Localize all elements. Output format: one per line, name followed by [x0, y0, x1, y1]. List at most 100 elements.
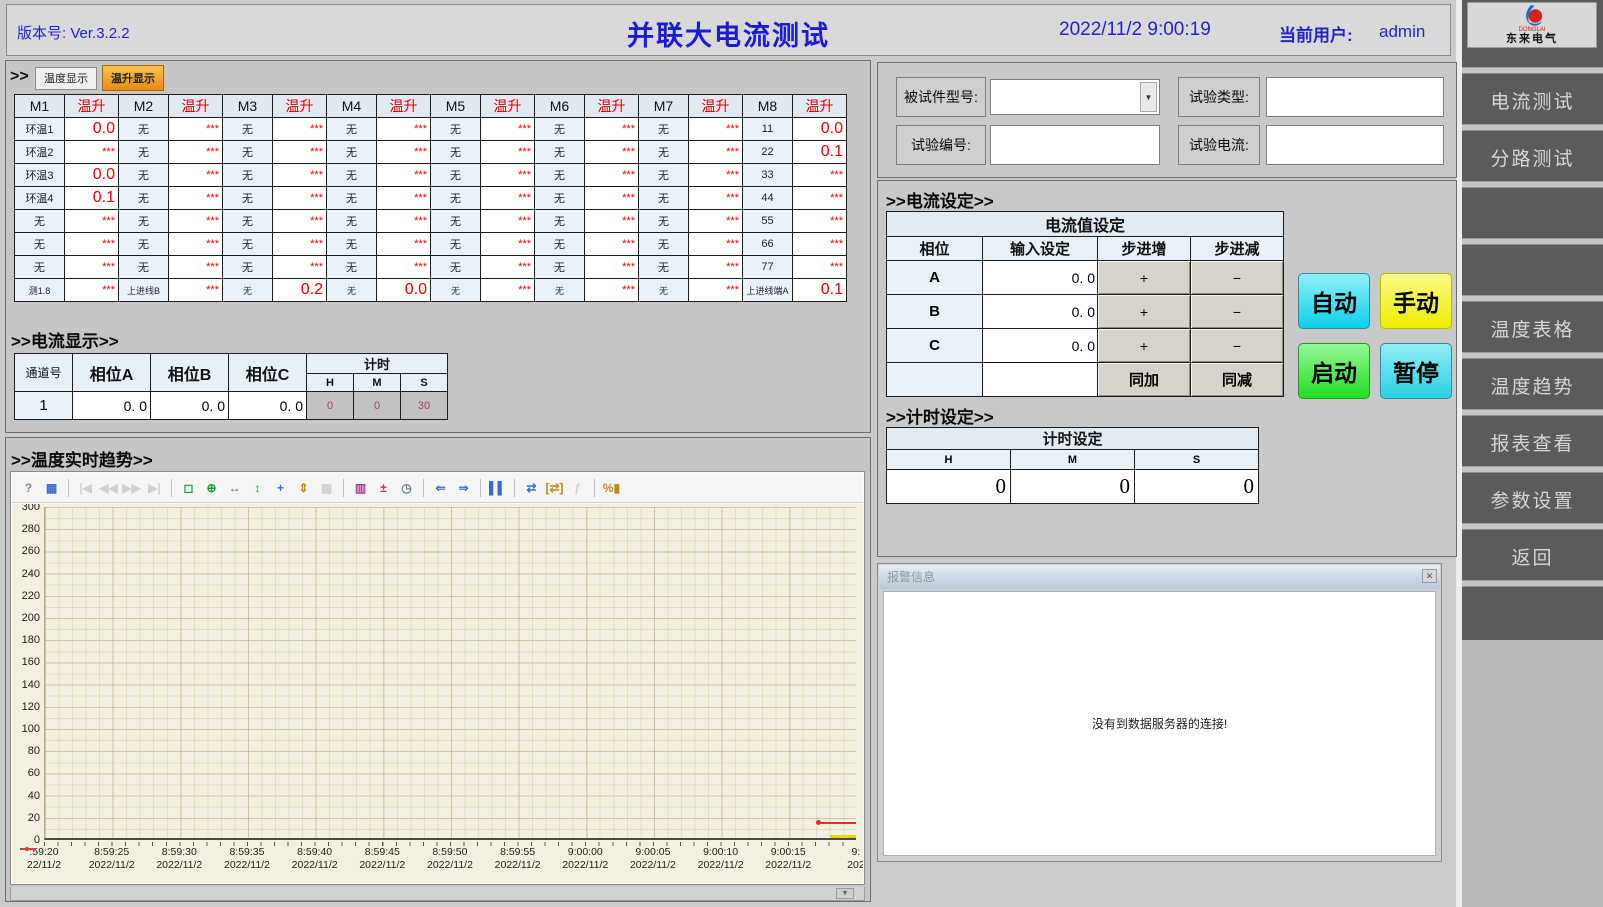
sidebar-item-back[interactable]: 返回	[1462, 531, 1603, 581]
sidebar-item-current-test[interactable]: 电流测试	[1462, 75, 1603, 125]
y-axis-tick-label: 280	[12, 523, 40, 535]
trend-chart: ?▦|◀◀◀▶▶▶|◻⊕↔↕+⇕▦▥±◷⇐⇒▌▌⇄[⇄]ƒ%▮ 30028026…	[10, 471, 865, 885]
measure-point-label: 无	[327, 141, 377, 164]
percent-scale-icon[interactable]: %▮	[601, 477, 622, 498]
measure-point-label: 无	[535, 256, 585, 279]
manual-button[interactable]: 手动	[1380, 273, 1452, 329]
close-icon[interactable]: ✕	[1422, 569, 1437, 583]
measure-point-label: 无	[639, 187, 689, 210]
y-axis-tick-label: 240	[12, 568, 40, 580]
phase-a-step-down-button[interactable]: −	[1191, 261, 1284, 295]
sidebar-item-temperature-table[interactable]: 温度表格	[1462, 303, 1603, 353]
temp-rise-value: ***	[481, 279, 535, 302]
table-header-row: M1温升M2温升M3温升M4温升M5温升M6温升M7温升M8温升	[15, 95, 847, 118]
test-number-input[interactable]	[991, 126, 1159, 164]
tab-temperature-display[interactable]: 温度显示	[35, 67, 97, 90]
sidebar-separator	[1462, 238, 1603, 245]
x-axis-time-label: 9:	[814, 846, 863, 859]
col-header-step-down: 步进减	[1191, 237, 1284, 261]
temp-rise-value: ***	[65, 233, 119, 256]
add-remove-plot-icon[interactable]: ±	[373, 477, 394, 498]
temp-rise-value: ***	[377, 187, 431, 210]
phase-b-setting[interactable]: 0. 0	[983, 295, 1098, 329]
phase-c-step-up-button[interactable]: +	[1098, 329, 1191, 363]
sidebar-item-parameter-settings[interactable]: 参数设置	[1462, 474, 1603, 524]
device-model-input[interactable]	[991, 80, 1159, 114]
logo-icon	[1519, 5, 1545, 27]
phase-empty-label	[887, 363, 983, 397]
current-user-value: admin	[1379, 22, 1425, 42]
test-number-field[interactable]	[990, 125, 1160, 165]
scroll-chart-right-icon[interactable]: ⇒	[453, 477, 474, 498]
zoom-vertical-icon[interactable]: ↕	[247, 477, 268, 498]
chart-scrollbar[interactable]: ▼	[10, 887, 865, 901]
table-row: 环温10.0无***无***无***无***无***无***110.0	[15, 118, 847, 141]
phase-a-step-up-button[interactable]: +	[1098, 261, 1191, 295]
test-type-input[interactable]	[1267, 78, 1443, 116]
all-step-down-button[interactable]: 同减	[1191, 363, 1284, 397]
fx-icon: ƒ	[567, 477, 588, 498]
device-model-combo[interactable]: ▼	[990, 79, 1160, 115]
scroll-down-button[interactable]: ▼	[836, 888, 854, 899]
current-display-table: 通道号 相位A 相位B 相位C 计时 H M S 1 0. 0 0. 0 0. …	[14, 353, 448, 420]
scroll-chart-left-icon[interactable]: ⇐	[430, 477, 451, 498]
phase-b-step-down-button[interactable]: −	[1191, 295, 1284, 329]
help-icon[interactable]: ?	[18, 477, 39, 498]
measure-point-label: 无	[431, 210, 481, 233]
test-type-field[interactable]	[1266, 77, 1444, 117]
zoom-horizontal-icon[interactable]: ↔	[224, 477, 245, 498]
phase-c-step-down-button[interactable]: −	[1191, 329, 1284, 363]
measure-point-label: 无	[119, 210, 169, 233]
measure-point-label: 无	[535, 118, 585, 141]
sidebar-item-branch-test[interactable]: 分路测试	[1462, 132, 1603, 182]
auto-button[interactable]: 自动	[1298, 273, 1370, 329]
col-header-h: H	[887, 450, 1011, 470]
phase-b-step-up-button[interactable]: +	[1098, 295, 1191, 329]
timer-setting-s[interactable]: 0	[1135, 470, 1259, 504]
axis-scale-icon[interactable]: ⇕	[293, 477, 314, 498]
app-window: 版本号: Ver.3.2.2 并联大电流测试 2022/11/2 9:00:19…	[0, 0, 1603, 907]
chart-grid	[44, 507, 856, 840]
col-header-module: M8	[743, 95, 793, 118]
zoom-box-icon[interactable]: ◻	[178, 477, 199, 498]
temperature-panel: >> 温度显示 温升显示 M1温升M2温升M3温升M4温升M5温升M6温升M7温…	[5, 60, 871, 433]
phase-c-label: C	[887, 329, 983, 363]
temp-rise-value: ***	[585, 233, 639, 256]
swap-axes-icon[interactable]: ⇄	[521, 477, 542, 498]
legend-icon[interactable]: ▥	[350, 477, 371, 498]
tab-temperature-rise-display[interactable]: 温升显示	[102, 65, 164, 91]
zoom-in-icon[interactable]: ⊕	[201, 477, 222, 498]
sidebar-item-report-view[interactable]: 报表查看	[1462, 417, 1603, 467]
sidebar-separator	[1462, 466, 1603, 473]
table-row: 同加 同减	[887, 363, 1284, 397]
test-current-field[interactable]	[1266, 125, 1444, 165]
start-button[interactable]: 启动	[1298, 343, 1370, 399]
pan-icon[interactable]: +	[270, 477, 291, 498]
pause-icon[interactable]: ▌▌	[487, 477, 508, 498]
all-step-up-button[interactable]: 同加	[1098, 363, 1191, 397]
measure-point-label: 环温3	[15, 164, 65, 187]
span-brackets-icon[interactable]: [⇄]	[544, 477, 565, 498]
test-current-input[interactable]	[1267, 126, 1443, 164]
current-display-heading: >>电流显示>>	[11, 327, 119, 352]
temp-rise-value: ***	[793, 233, 847, 256]
chart-settings-icon[interactable]: ▦	[41, 477, 62, 498]
col-header-temp-rise: 温升	[377, 95, 431, 118]
current-user-label: 当前用户:	[1279, 21, 1353, 46]
table-row: 无***无***无***无***无***无***无***66***	[15, 233, 847, 256]
pause-button[interactable]: 暂停	[1380, 343, 1452, 399]
nav-next-icon: ▶▶	[121, 477, 142, 498]
measure-point-label: 无	[327, 164, 377, 187]
timer-setting-h[interactable]: 0	[887, 470, 1011, 504]
y-axis-tick-label: 180	[12, 634, 40, 646]
main-area: 版本号: Ver.3.2.2 并联大电流测试 2022/11/2 9:00:19…	[0, 0, 1456, 907]
sidebar-item-temperature-trend[interactable]: 温度趋势	[1462, 360, 1603, 410]
phase-c-setting[interactable]: 0. 0	[983, 329, 1098, 363]
y-axis-tick-label: 0	[12, 834, 40, 846]
measure-point-label: 环温4	[15, 187, 65, 210]
timer-setting-m[interactable]: 0	[1011, 470, 1135, 504]
chevron-down-icon[interactable]: ▼	[1140, 82, 1157, 112]
phase-empty-setting[interactable]	[983, 363, 1098, 397]
time-span-icon[interactable]: ◷	[396, 477, 417, 498]
phase-a-setting[interactable]: 0. 0	[983, 261, 1098, 295]
